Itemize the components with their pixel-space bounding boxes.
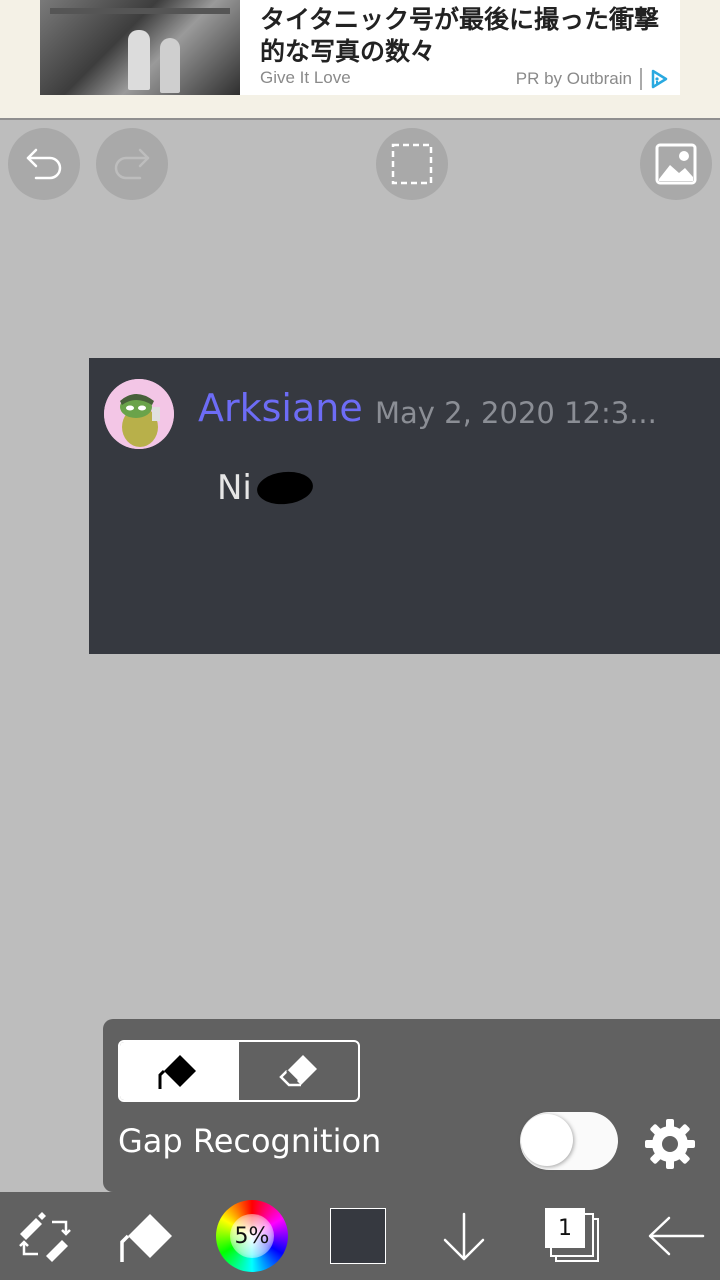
add-image-button[interactable] — [640, 128, 712, 200]
fill-mode-segmented-control — [118, 1040, 360, 1102]
selection-icon — [391, 143, 433, 185]
bottom-toolbar: 5% 1 — [0, 1192, 720, 1280]
gap-recognition-label: Gap Recognition — [118, 1122, 382, 1160]
color-wheel-icon: 5% — [216, 1200, 288, 1272]
canvas-image[interactable]: Arksiane May 2, 2020 12:3... Ni — [89, 358, 720, 654]
ad-thumbnail[interactable] — [40, 0, 240, 95]
toggle-knob — [521, 1114, 573, 1166]
transform-button[interactable] — [14, 1192, 74, 1280]
redaction-scribble — [255, 469, 315, 507]
username: Arksiane — [198, 386, 363, 430]
redo-button[interactable] — [96, 128, 168, 200]
layers-button[interactable]: 1 — [540, 1192, 602, 1280]
fill-tool-icon — [120, 1214, 172, 1262]
message-text: Ni — [217, 468, 252, 508]
color-picker-button[interactable]: 5% — [214, 1192, 290, 1280]
fill-tool-button[interactable] — [114, 1192, 180, 1280]
image-icon — [655, 143, 697, 185]
fill-tool-panel: Gap Recognition — [103, 1019, 720, 1192]
down-arrow-icon — [443, 1212, 485, 1261]
back-arrow-icon — [648, 1216, 705, 1256]
gear-icon[interactable] — [643, 1117, 697, 1171]
eraser-icon — [278, 1055, 317, 1087]
ad-title[interactable]: タイタニック号が最後に撮った衝撃的な写真の数々 — [260, 4, 670, 68]
color-swatch-button[interactable] — [328, 1192, 388, 1280]
selection-button[interactable] — [376, 128, 448, 200]
gap-recognition-toggle[interactable] — [520, 1112, 618, 1170]
ad-separator — [640, 68, 642, 90]
ad-card[interactable]: タイタニック号が最後に撮った衝撃的な写真の数々 Give It Love PR … — [40, 0, 680, 95]
ad-banner[interactable]: タイタニック号が最後に撮った衝撃的な写真の数々 Give It Love PR … — [0, 0, 720, 120]
color-swatch — [330, 1208, 386, 1264]
eraser-mode-button[interactable] — [239, 1042, 358, 1100]
ad-pr-label[interactable]: PR by Outbrain — [516, 69, 632, 89]
back-button[interactable] — [640, 1192, 712, 1280]
undo-icon — [26, 148, 62, 180]
avatar — [104, 379, 174, 449]
fill-icon — [158, 1055, 196, 1089]
timestamp: May 2, 2020 12:3... — [375, 396, 657, 430]
undo-button[interactable] — [8, 128, 80, 200]
layer-count: 1 — [545, 1208, 585, 1248]
transform-icon — [19, 1212, 71, 1262]
fill-mode-button[interactable] — [120, 1042, 239, 1100]
brush-opacity: 5% — [234, 1223, 270, 1249]
layers-icon: 1 — [545, 1208, 599, 1264]
download-button[interactable] — [432, 1192, 496, 1280]
adchoices-icon[interactable] — [648, 68, 670, 90]
ad-source: Give It Love — [260, 68, 351, 87]
redo-icon — [114, 148, 150, 180]
